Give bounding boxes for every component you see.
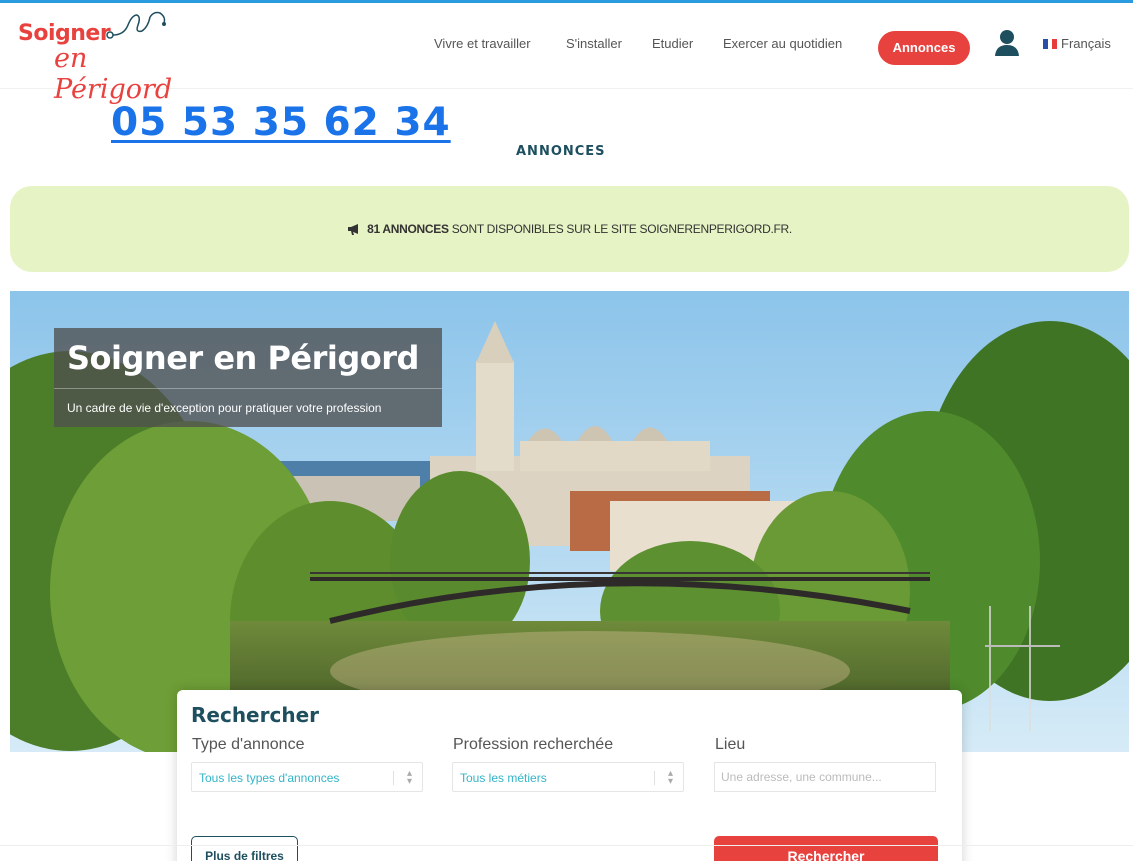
- user-icon[interactable]: [994, 28, 1020, 58]
- site-header: Soigner en Périgord Vivre et travailler …: [0, 3, 1133, 105]
- more-filters-button[interactable]: Plus de filtres: [191, 836, 298, 861]
- search-submit-button[interactable]: Rechercher: [714, 836, 938, 861]
- lieu-input[interactable]: [714, 762, 936, 792]
- hero-divider: [54, 388, 442, 389]
- page-title: ANNONCES: [516, 144, 606, 159]
- banner-rest: SONT DISPONIBLES SUR LE SITE SOIGNERENPE…: [448, 222, 792, 236]
- updown-arrows-icon: ▴ ▾: [406, 768, 412, 787]
- hero-title: Soigner en Périgord: [67, 339, 419, 377]
- language-selector[interactable]: Français: [1043, 36, 1111, 51]
- banner-count: 81 ANNONCES: [367, 222, 449, 236]
- lieu-label: Lieu: [715, 736, 746, 753]
- french-flag-icon: [1043, 38, 1058, 49]
- hero-image: Soigner en Périgord Un cadre de vie d'ex…: [10, 291, 1129, 752]
- profession-select[interactable]: Tous les métiers ▴ ▾: [452, 762, 684, 792]
- nav-annonces-button[interactable]: Annonces: [878, 31, 970, 65]
- nav-s-installer[interactable]: S'installer: [566, 36, 622, 51]
- section-divider: [0, 845, 1133, 846]
- nav-exercer-au-quotidien[interactable]: Exercer au quotidien: [723, 36, 842, 51]
- hero-caption: Soigner en Périgord Un cadre de vie d'ex…: [54, 328, 442, 427]
- type-annonce-select[interactable]: Tous les types d'annonces ▴ ▾: [191, 762, 423, 792]
- select-divider: [654, 771, 655, 785]
- profession-value: Tous les métiers: [460, 771, 547, 785]
- site-logo[interactable]: Soigner en Périgord: [18, 9, 198, 105]
- nav-vivre-et-travailler[interactable]: Vivre et travailler: [434, 36, 531, 51]
- logo-text-line2: en Périgord: [54, 43, 173, 105]
- select-divider: [393, 771, 394, 785]
- updown-arrows-icon: ▴ ▾: [667, 768, 673, 787]
- type-annonce-value: Tous les types d'annonces: [199, 771, 340, 785]
- phone-number-link[interactable]: 05 53 35 62 34: [111, 100, 451, 145]
- language-label: Français: [1061, 36, 1111, 51]
- banner-text: 81 ANNONCES SONT DISPONIBLES SUR LE SITE…: [10, 222, 1129, 236]
- search-panel: Rechercher Type d'annonce Tous les types…: [177, 690, 962, 861]
- type-annonce-label: Type d'annonce: [192, 736, 305, 753]
- nav-etudier[interactable]: Etudier: [652, 36, 693, 51]
- hero-subtitle: Un cadre de vie d'exception pour pratiqu…: [67, 401, 382, 415]
- megaphone-icon: [348, 224, 359, 235]
- stethoscope-icon: [106, 11, 166, 39]
- profession-label: Profession recherchée: [453, 736, 614, 753]
- announcement-banner: 81 ANNONCES SONT DISPONIBLES SUR LE SITE…: [10, 186, 1129, 272]
- search-title: Rechercher: [191, 703, 320, 727]
